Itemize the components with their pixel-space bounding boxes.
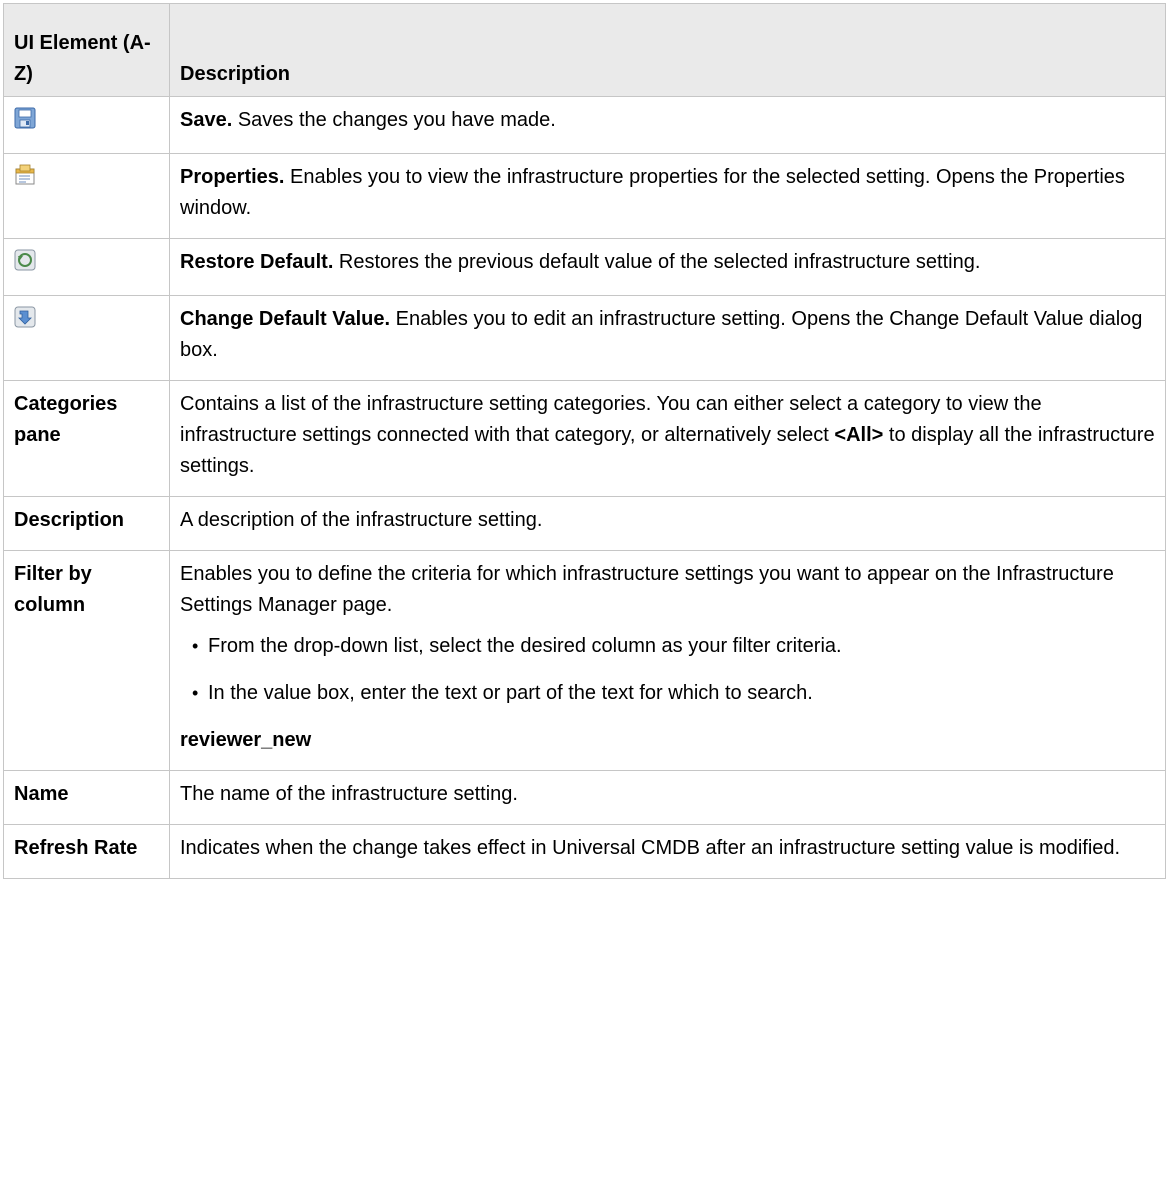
table-row: Name The name of the infrastructure sett…: [3, 770, 1166, 825]
description-text: Restores the previous default value of t…: [333, 251, 981, 273]
properties-icon: [14, 164, 36, 186]
ui-element-cell: [3, 238, 170, 296]
description-text: A description of the infrastructure sett…: [169, 496, 1166, 551]
bullet-list: From the drop-down list, select the desi…: [180, 631, 1155, 709]
list-item: In the value box, enter the text or part…: [180, 678, 1155, 709]
ui-element-cell: [3, 96, 170, 154]
ui-element-name: Refresh Rate: [3, 824, 170, 879]
reviewer-note: reviewer_new: [180, 729, 312, 751]
description-cell: Restore Default. Restores the previous d…: [169, 238, 1166, 296]
save-icon: [14, 107, 36, 129]
description-text: Enables you to view the infrastructure p…: [180, 166, 1125, 219]
ui-element-name: Description: [3, 496, 170, 551]
ui-element-name: Categories pane: [3, 380, 170, 497]
table-row: Properties. Enables you to view the infr…: [3, 153, 1166, 239]
element-title: Change Default Value.: [180, 308, 391, 330]
element-title: Save.: [180, 109, 233, 131]
table-row: Save. Saves the changes you have made.: [3, 96, 1166, 154]
all-keyword: <All>: [834, 424, 884, 446]
table-row: Refresh Rate Indicates when the change t…: [3, 824, 1166, 879]
element-title: Properties.: [180, 166, 285, 188]
table-row: Categories pane Contains a list of the i…: [3, 380, 1166, 497]
ui-elements-table: UI Element (A-Z) Description Save. Saves…: [3, 3, 1166, 879]
ui-element-name: Name: [3, 770, 170, 825]
ui-element-cell: [3, 153, 170, 239]
description-cell: Contains a list of the infrastructure se…: [169, 380, 1166, 497]
description-text: The name of the infrastructure setting.: [169, 770, 1166, 825]
description-text: Enables you to define the criteria for w…: [180, 563, 1114, 616]
description-text: Indicates when the change takes effect i…: [169, 824, 1166, 879]
table-header-row: UI Element (A-Z) Description: [3, 3, 1166, 97]
list-item: From the drop-down list, select the desi…: [180, 631, 1155, 662]
column-header-ui-element: UI Element (A-Z): [3, 3, 170, 97]
ui-element-name: Filter by column: [3, 550, 170, 771]
description-cell: Change Default Value. Enables you to edi…: [169, 295, 1166, 381]
description-cell: Save. Saves the changes you have made.: [169, 96, 1166, 154]
column-header-description: Description: [169, 3, 1166, 97]
element-title: Restore Default.: [180, 251, 334, 273]
table-row: Filter by column Enables you to define t…: [3, 550, 1166, 771]
description-cell: Properties. Enables you to view the infr…: [169, 153, 1166, 239]
description-text: Saves the changes you have made.: [232, 109, 556, 131]
restore-default-icon: [14, 249, 36, 271]
table-row: Restore Default. Restores the previous d…: [3, 238, 1166, 296]
change-default-value-icon: [14, 306, 36, 328]
ui-element-cell: [3, 295, 170, 381]
table-row: Description A description of the infrast…: [3, 496, 1166, 551]
table-row: Change Default Value. Enables you to edi…: [3, 295, 1166, 381]
description-cell: Enables you to define the criteria for w…: [169, 550, 1166, 771]
